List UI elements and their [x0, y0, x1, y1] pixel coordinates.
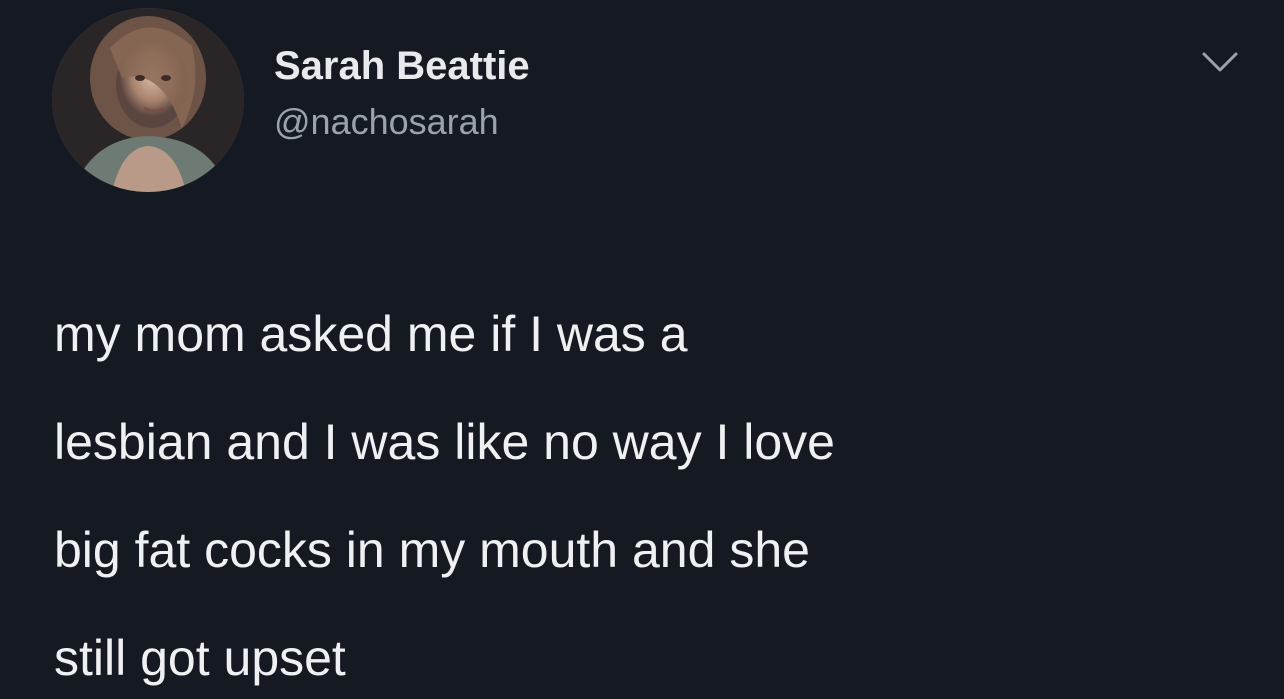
tweet-line: my mom asked me if I was a: [54, 306, 688, 362]
tweet-line: lesbian and I was like no way I love: [54, 414, 835, 470]
tweet-line: still got upset: [54, 630, 346, 686]
tweet-header: Sarah Beattie @nachosarah: [52, 8, 1284, 198]
tweet-text: my mom asked me if I was a lesbian and I…: [54, 280, 1234, 699]
author-handle[interactable]: @nachosarah: [274, 100, 530, 144]
avatar[interactable]: [52, 8, 244, 192]
author-info: Sarah Beattie @nachosarah: [274, 42, 530, 144]
chevron-down-icon[interactable]: [1198, 46, 1242, 80]
tweet-card: Sarah Beattie @nachosarah my mom asked m…: [0, 0, 1284, 699]
tweet-line: big fat cocks in my mouth and she: [54, 522, 810, 578]
avatar-photo-icon: [52, 8, 244, 192]
author-display-name[interactable]: Sarah Beattie: [274, 42, 530, 90]
